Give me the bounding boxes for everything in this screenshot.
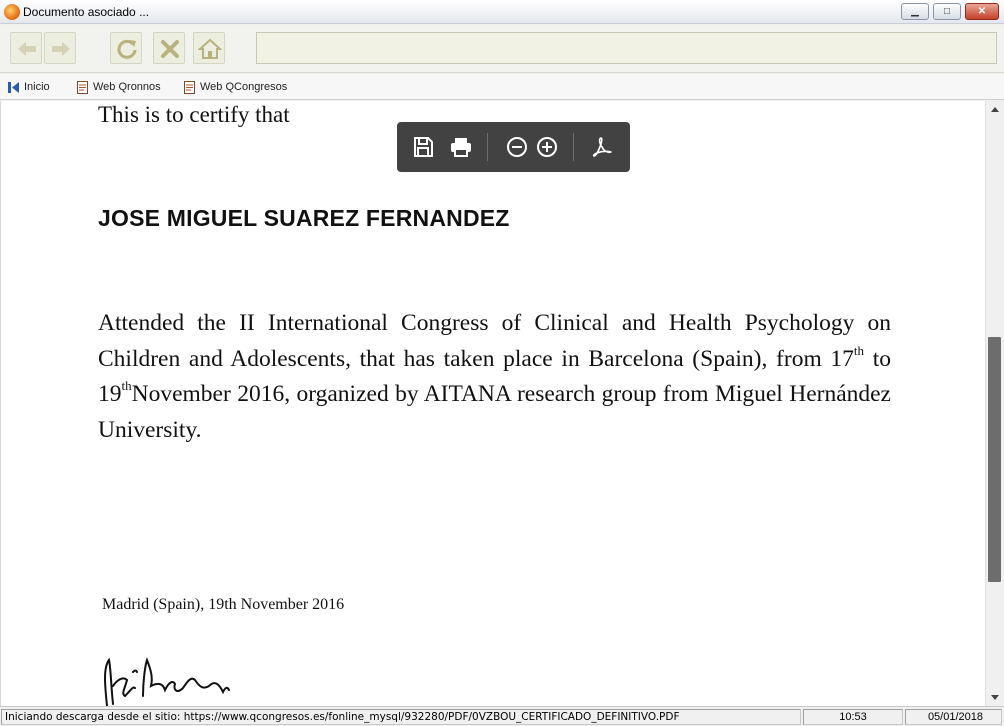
signature-image xyxy=(104,657,230,706)
link-label: Inicio xyxy=(24,81,50,93)
back-button[interactable] xyxy=(10,32,42,64)
home-button[interactable] xyxy=(193,32,225,64)
print-button[interactable] xyxy=(447,133,475,161)
date-line: Madrid (Spain), 19th November 2016 xyxy=(102,596,345,613)
navigation-toolbar xyxy=(0,25,1004,73)
scroll-up-arrow-icon[interactable] xyxy=(986,101,1004,119)
link-label: Web QCongresos xyxy=(200,81,288,93)
home-icon xyxy=(198,38,222,59)
home-page-icon xyxy=(8,82,19,93)
links-bar: Inicio Web Qronnos Web QCongresos xyxy=(0,74,1004,100)
body-text-part: Attended the II International Congress o… xyxy=(98,310,891,372)
link-label: Web Qronnos xyxy=(93,81,161,93)
ordinal-suffix: th xyxy=(853,342,865,358)
certify-line: This is to certify that xyxy=(98,102,290,127)
print-icon xyxy=(451,138,471,157)
acrobat-icon xyxy=(592,137,612,157)
scroll-down-arrow-icon[interactable] xyxy=(986,688,1004,706)
address-bar[interactable] xyxy=(256,32,997,64)
zoom-in-button[interactable] xyxy=(533,133,561,161)
status-time: 10:53 xyxy=(803,709,903,725)
zoom-out-button[interactable] xyxy=(503,133,531,161)
app-window: Documento asociado ... ▁ □ ✕ Inicio Web … xyxy=(0,0,1004,726)
forward-button[interactable] xyxy=(44,32,76,64)
toolbar-separator xyxy=(487,133,488,161)
zoom-out-icon xyxy=(507,137,527,157)
stop-button[interactable] xyxy=(153,32,185,64)
refresh-button[interactable] xyxy=(110,32,142,64)
web-page-icon xyxy=(184,81,195,94)
web-page-icon xyxy=(77,81,88,94)
scroll-thumb[interactable] xyxy=(988,337,1001,582)
close-button[interactable]: ✕ xyxy=(965,3,999,20)
status-bar: Iniciando descarga desde el sitio: https… xyxy=(0,706,1004,726)
status-message: Iniciando descarga desde el sitio: https… xyxy=(1,709,801,725)
refresh-icon xyxy=(117,39,137,59)
minimize-button[interactable]: ▁ xyxy=(901,3,929,20)
app-icon xyxy=(4,4,20,20)
pdf-document-view[interactable]: This is to certify that JOSE MIGUEL SUAR… xyxy=(0,101,985,706)
back-arrow-icon xyxy=(18,42,36,56)
open-in-acrobat-button[interactable] xyxy=(588,133,616,161)
stop-icon xyxy=(161,40,179,58)
toolbar-separator xyxy=(573,133,574,161)
certificate-body: Attended the II International Congress o… xyxy=(98,306,891,448)
body-text-part: November 2016, organized by AITANA resea… xyxy=(98,381,891,443)
save-icon xyxy=(414,137,433,157)
zoom-in-icon xyxy=(537,137,557,157)
window-title: Documento asociado ... xyxy=(23,5,150,19)
maximize-button[interactable]: □ xyxy=(933,3,961,20)
forward-arrow-icon xyxy=(52,42,70,56)
title-bar: Documento asociado ... ▁ □ ✕ xyxy=(0,0,1004,24)
status-date: 05/01/2018 xyxy=(905,709,1002,725)
pdf-viewer-toolbar xyxy=(397,122,630,172)
vertical-scrollbar[interactable] xyxy=(985,101,1004,706)
recipient-name: JOSE MIGUEL SUAREZ FERNANDEZ xyxy=(98,205,510,231)
ordinal-suffix: th xyxy=(121,378,132,394)
save-button[interactable] xyxy=(409,133,437,161)
